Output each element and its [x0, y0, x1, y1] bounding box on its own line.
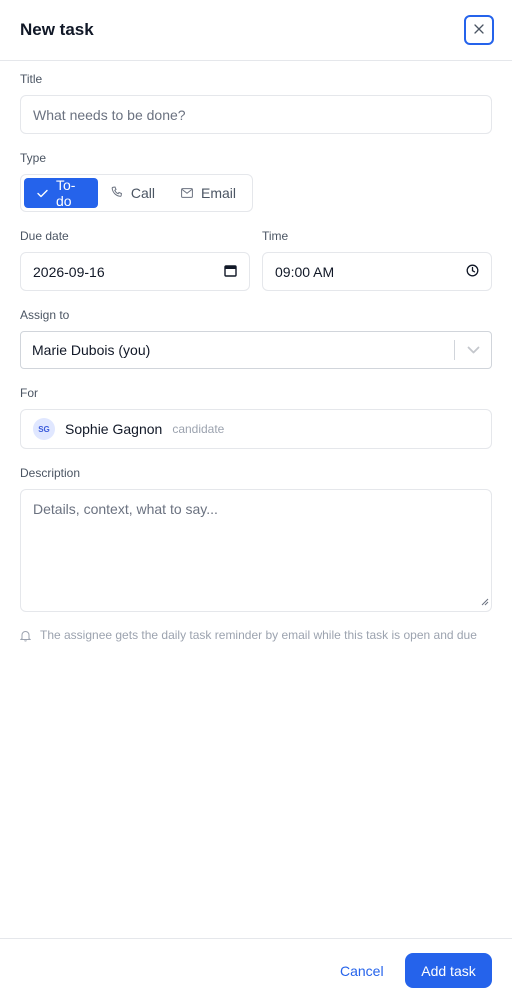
new-task-panel: New task Title What needs to be done? Ty…	[0, 0, 512, 1000]
description-textarea[interactable]: Details, context, what to say...	[20, 489, 492, 612]
assign-to-select[interactable]: Marie Dubois (you)	[20, 331, 492, 369]
contact-tag: candidate	[172, 422, 225, 436]
add-task-button[interactable]: Add task	[405, 953, 492, 988]
title-placeholder: What needs to be done?	[33, 106, 186, 123]
clock-icon[interactable]	[466, 264, 479, 280]
for-label: For	[20, 386, 38, 400]
mail-icon	[181, 185, 193, 201]
for-contact: SG Sophie Gagnon candidate	[20, 409, 492, 449]
contact-name: Sophie Gagnon	[65, 421, 163, 437]
phone-icon	[111, 185, 123, 201]
check-icon	[37, 185, 48, 201]
avatar: SG	[33, 418, 55, 440]
type-segmented-control: To-do Call Email	[20, 174, 253, 212]
chevron-down-icon[interactable]	[455, 346, 491, 354]
reminder-hint-text: The assignee gets the daily task reminde…	[40, 628, 477, 642]
type-label: Type	[20, 151, 47, 165]
reminder-hint: The assignee gets the daily task reminde…	[19, 626, 492, 647]
panel-header: New task	[0, 0, 512, 61]
calendar-icon[interactable]	[224, 264, 237, 280]
resize-handle-icon[interactable]	[481, 593, 489, 609]
type-option-call[interactable]: Call	[98, 178, 168, 208]
panel-title: New task	[20, 20, 94, 39]
cancel-button[interactable]: Cancel	[330, 953, 394, 988]
bell-icon	[19, 629, 32, 647]
time-label: Time	[262, 229, 289, 243]
title-label: Title	[20, 72, 43, 86]
close-icon	[474, 21, 484, 39]
type-option-email[interactable]: Email	[168, 178, 249, 208]
panel-footer: Cancel Add task	[0, 938, 512, 1000]
assign-to-value: Marie Dubois (you)	[32, 342, 151, 358]
title-input[interactable]: What needs to be done?	[20, 95, 492, 134]
description-label: Description	[20, 466, 81, 480]
time-value: 09:00 AM	[275, 263, 335, 280]
type-option-label: To-do	[56, 177, 76, 209]
time-input[interactable]: 09:00 AM	[262, 252, 492, 291]
description-placeholder: Details, context, what to say...	[33, 501, 218, 517]
assign-to-label: Assign to	[20, 308, 70, 322]
type-option-label: Email	[200, 185, 236, 201]
type-option-label: Call	[130, 185, 155, 201]
due-date-value: 2026-09-16	[33, 263, 105, 280]
due-date-input[interactable]: 2026-09-16	[20, 252, 250, 291]
due-date-label: Due date	[20, 229, 69, 243]
close-button[interactable]	[464, 15, 494, 45]
type-option-todo[interactable]: To-do	[24, 177, 98, 209]
